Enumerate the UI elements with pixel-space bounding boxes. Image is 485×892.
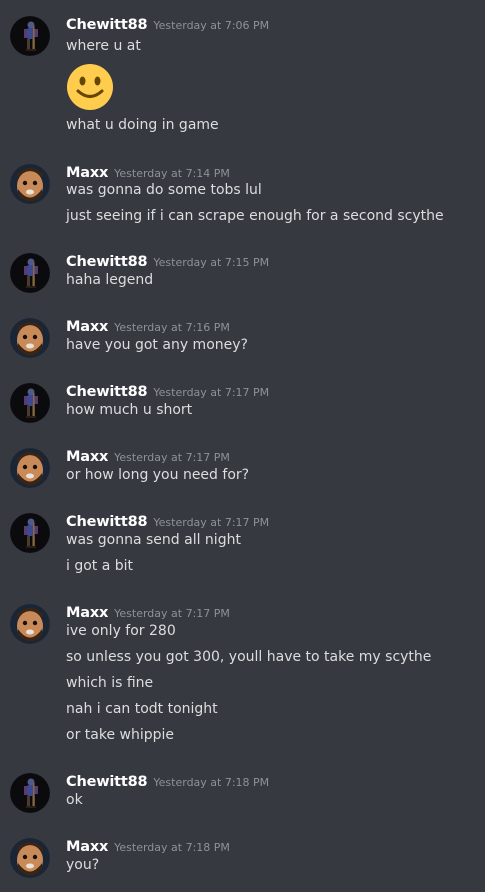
message-header: Chewitt88 Yesterday at 7:18 PM	[66, 771, 269, 793]
timestamp: Yesterday at 7:17 PM	[114, 451, 230, 464]
username[interactable]: Maxx	[66, 605, 108, 621]
message-text: you?	[66, 857, 100, 873]
message-text: haha legend	[66, 272, 154, 288]
username[interactable]: Chewitt88	[66, 774, 148, 790]
message-text: which is fine	[66, 675, 154, 691]
timestamp: Yesterday at 7:14 PM	[114, 167, 230, 180]
message-text: i got a bit	[66, 558, 134, 574]
avatar-maxx[interactable]	[10, 318, 50, 358]
avatar-maxx[interactable]	[10, 448, 50, 488]
timestamp: Yesterday at 7:17 PM	[153, 516, 270, 529]
message-text: ive only for 280	[66, 623, 176, 639]
message-text: what u doing in game	[66, 117, 219, 133]
username[interactable]: Maxx	[66, 839, 108, 855]
username[interactable]: Maxx	[66, 319, 108, 335]
timestamp: Yesterday at 7:18 PM	[153, 776, 270, 789]
message-text: or take whippie	[66, 727, 175, 743]
username[interactable]: Maxx	[66, 449, 108, 465]
message-text: how much u short	[66, 402, 193, 418]
avatar-chewitt88[interactable]	[10, 253, 50, 293]
username[interactable]: Chewitt88	[66, 384, 148, 400]
message-header: Chewitt88 Yesterday at 7:06 PM	[66, 14, 269, 36]
message-text: or how long you need for?	[66, 467, 250, 483]
message-text: was gonna do some tobs lul	[66, 182, 262, 198]
username[interactable]: Chewitt88	[66, 254, 148, 270]
username[interactable]: Maxx	[66, 165, 108, 181]
message-text: just seeing if i can scrape enough for a…	[66, 208, 444, 224]
message-text: so unless you got 300, youll have to tak…	[66, 649, 432, 665]
timestamp: Yesterday at 7:15 PM	[153, 256, 270, 269]
timestamp: Yesterday at 7:18 PM	[114, 841, 230, 854]
message-text: ok	[66, 792, 83, 808]
avatar-maxx[interactable]	[10, 164, 50, 204]
avatar-chewitt88[interactable]	[10, 383, 50, 423]
avatar-maxx[interactable]	[10, 838, 50, 878]
timestamp: Yesterday at 7:16 PM	[114, 321, 230, 334]
avatar-chewitt88[interactable]	[10, 773, 50, 813]
username[interactable]: Chewitt88	[66, 17, 148, 33]
message-text: where u at	[66, 38, 141, 54]
avatar-chewitt88[interactable]	[10, 16, 50, 56]
timestamp: Yesterday at 7:17 PM	[114, 607, 230, 620]
timestamp: Yesterday at 7:17 PM	[153, 386, 270, 399]
message-text: nah i can todt tonight	[66, 701, 218, 717]
avatar-chewitt88[interactable]	[10, 513, 50, 553]
message-text: was gonna send all night	[66, 532, 241, 548]
slightly-smiling-face-icon	[66, 63, 114, 111]
username[interactable]: Chewitt88	[66, 514, 148, 530]
chat-log: Chewitt88 Yesterday at 7:06 PM where u at…	[0, 0, 485, 892]
timestamp: Yesterday at 7:06 PM	[153, 19, 270, 32]
avatar-maxx[interactable]	[10, 604, 50, 644]
message-text: have you got any money?	[66, 337, 248, 353]
